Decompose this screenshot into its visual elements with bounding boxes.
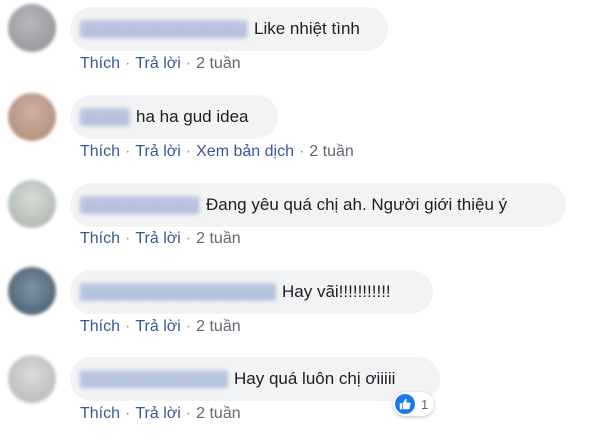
separator: ·	[125, 405, 131, 422]
like-link[interactable]: Thích	[80, 405, 120, 422]
separator: ·	[185, 143, 192, 160]
separator: ·	[185, 55, 192, 72]
avatar[interactable]	[8, 180, 56, 228]
comment-text: Hay vãi!!!!!!!!!!!	[282, 282, 391, 301]
translate-link[interactable]: Xem bản dịch	[196, 143, 294, 160]
separator: ·	[125, 143, 131, 160]
author-name-blurred[interactable]	[80, 108, 130, 126]
comment-actions: Thích · Trả lời · 2 tuần	[80, 318, 241, 336]
avatar[interactable]	[8, 93, 56, 141]
timestamp[interactable]: 2 tuần	[309, 143, 353, 160]
avatar[interactable]	[8, 267, 56, 315]
reply-link[interactable]: Trả lời	[135, 55, 180, 72]
author-name-blurred[interactable]	[80, 370, 228, 388]
comment-text: Like nhiệt tình	[254, 19, 360, 38]
reaction-badge[interactable]: 1	[393, 392, 435, 416]
separator: ·	[185, 318, 192, 335]
comment-actions: Thích · Trả lời · 2 tuần	[80, 55, 241, 73]
timestamp[interactable]: 2 tuần	[196, 318, 240, 335]
like-link[interactable]: Thích	[80, 143, 120, 160]
author-name-blurred[interactable]	[80, 283, 276, 301]
comment-text: Đang yêu quá chị ah. Người giới thiệu ý	[206, 195, 508, 214]
author-name-blurred[interactable]	[80, 20, 248, 38]
avatar[interactable]	[8, 4, 56, 52]
separator: ·	[125, 318, 131, 335]
separator: ·	[185, 230, 192, 247]
like-link[interactable]: Thích	[80, 55, 120, 72]
separator: ·	[125, 55, 131, 72]
comment-bubble: ha ha gud idea	[70, 95, 278, 139]
comment-text: ha ha gud idea	[136, 107, 249, 126]
comment-text: Hay quá luôn chị ơiiiii	[234, 369, 396, 388]
timestamp[interactable]: 2 tuần	[196, 405, 240, 422]
separator: ·	[185, 405, 192, 422]
comment-bubble: Đang yêu quá chị ah. Người giới thiệu ý	[70, 183, 566, 227]
author-name-blurred[interactable]	[80, 196, 200, 214]
comment-bubble: Hay quá luôn chị ơiiiii	[70, 357, 440, 401]
comment-actions: Thích · Trả lời · Xem bản dịch · 2 tuần	[80, 143, 354, 161]
reply-link[interactable]: Trả lời	[135, 230, 180, 247]
reaction-count: 1	[421, 396, 429, 412]
reply-link[interactable]: Trả lời	[135, 143, 180, 160]
timestamp[interactable]: 2 tuần	[196, 230, 240, 247]
thumbs-up-icon	[395, 394, 415, 414]
timestamp[interactable]: 2 tuần	[196, 55, 240, 72]
separator: ·	[298, 143, 305, 160]
separator: ·	[125, 230, 131, 247]
reply-link[interactable]: Trả lời	[135, 318, 180, 335]
like-link[interactable]: Thích	[80, 318, 120, 335]
comment-bubble: Hay vãi!!!!!!!!!!!	[70, 270, 433, 314]
reply-link[interactable]: Trả lời	[135, 405, 180, 422]
comment-actions: Thích · Trả lời · 2 tuần	[80, 405, 241, 423]
comment-bubble: Like nhiệt tình	[70, 7, 388, 51]
comment-actions: Thích · Trả lời · 2 tuần	[80, 230, 241, 248]
avatar[interactable]	[8, 355, 56, 403]
like-link[interactable]: Thích	[80, 230, 120, 247]
